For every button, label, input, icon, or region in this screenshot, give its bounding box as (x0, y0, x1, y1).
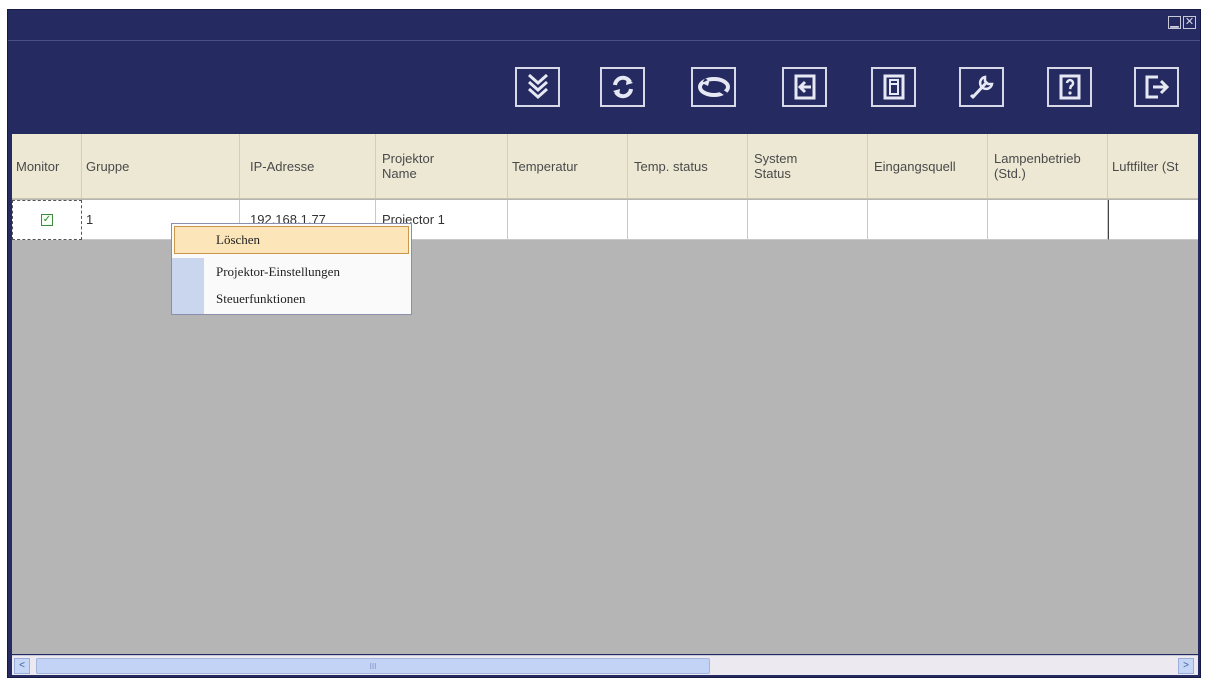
table-header: Monitor Gruppe IP-Adresse Projektor Name… (12, 134, 1198, 199)
import-icon (794, 74, 815, 100)
column-header-ip[interactable]: IP-Adresse (240, 134, 376, 198)
chevron-left-icon: < (19, 660, 25, 671)
wrench-icon (969, 75, 994, 100)
monitor-checkbox[interactable]: ✓ (41, 214, 53, 226)
connect-button[interactable] (691, 67, 736, 107)
context-menu: Löschen Projektor-Einstellungen Steuerfu… (171, 223, 412, 315)
refresh-button[interactable] (600, 67, 645, 107)
grip-icon: III (369, 661, 377, 671)
close-button[interactable]: ✕ (1183, 16, 1196, 29)
exit-icon (1145, 75, 1169, 99)
scroll-left-button[interactable]: < (14, 658, 30, 674)
column-header-eingangsquell[interactable]: Eingangsquell (868, 134, 988, 198)
check-icon: ✓ (42, 214, 52, 225)
projector-grid: Monitor Gruppe IP-Adresse Projektor Name… (12, 134, 1198, 654)
down-arrows-icon (527, 73, 548, 100)
close-icon: ✕ (1184, 16, 1195, 28)
menu-item-steuerfunktionen[interactable]: Steuerfunktionen (172, 285, 411, 313)
exit-button[interactable] (1134, 67, 1179, 107)
horizontal-scrollbar[interactable]: < III > (12, 655, 1198, 675)
column-header-lampenbetrieb[interactable]: Lampenbetrieb (Std.) (988, 134, 1108, 198)
scroll-right-button[interactable]: > (1178, 658, 1194, 674)
chevron-right-icon: > (1183, 660, 1189, 671)
scrollbar-thumb[interactable]: III (36, 658, 710, 674)
column-header-temp-status[interactable]: Temp. status (628, 134, 748, 198)
app-window: ▁ ✕ Monitor Gruppe IP-Adresse Projektor … (7, 9, 1201, 678)
column-header-luftfilter[interactable]: Luftfilter (St (1108, 134, 1198, 198)
save-icon (883, 74, 904, 100)
temperatur-cell (508, 200, 628, 240)
minimize-button[interactable]: ▁ (1168, 16, 1181, 29)
toolbar (8, 41, 1200, 133)
search-projectors-button[interactable] (515, 67, 560, 107)
column-header-system-status[interactable]: System Status (748, 134, 868, 198)
column-header-temperatur[interactable]: Temperatur (508, 134, 628, 198)
lampenbetrieb-cell (988, 200, 1108, 240)
link-icon (697, 77, 730, 97)
save-button[interactable] (871, 67, 916, 107)
column-header-monitor[interactable]: Monitor (12, 134, 82, 198)
help-button[interactable] (1047, 67, 1092, 107)
import-button[interactable] (782, 67, 827, 107)
refresh-icon (612, 75, 633, 99)
system-status-cell (748, 200, 868, 240)
title-bar: ▁ ✕ (8, 10, 1200, 41)
column-header-name[interactable]: Projektor Name (376, 134, 508, 198)
luftfilter-cell (1108, 200, 1198, 240)
monitor-cell[interactable]: ✓ (12, 200, 82, 240)
temp-status-cell (628, 200, 748, 240)
menu-item-projektor-einstellungen[interactable]: Projektor-Einstellungen (172, 258, 411, 286)
help-icon (1059, 74, 1080, 100)
column-header-gruppe[interactable]: Gruppe (82, 134, 240, 198)
minimize-icon: ▁ (1170, 16, 1179, 28)
menu-item-loeschen[interactable]: Löschen (174, 226, 409, 254)
tools-button[interactable] (959, 67, 1004, 107)
eingangsquell-cell (868, 200, 988, 240)
